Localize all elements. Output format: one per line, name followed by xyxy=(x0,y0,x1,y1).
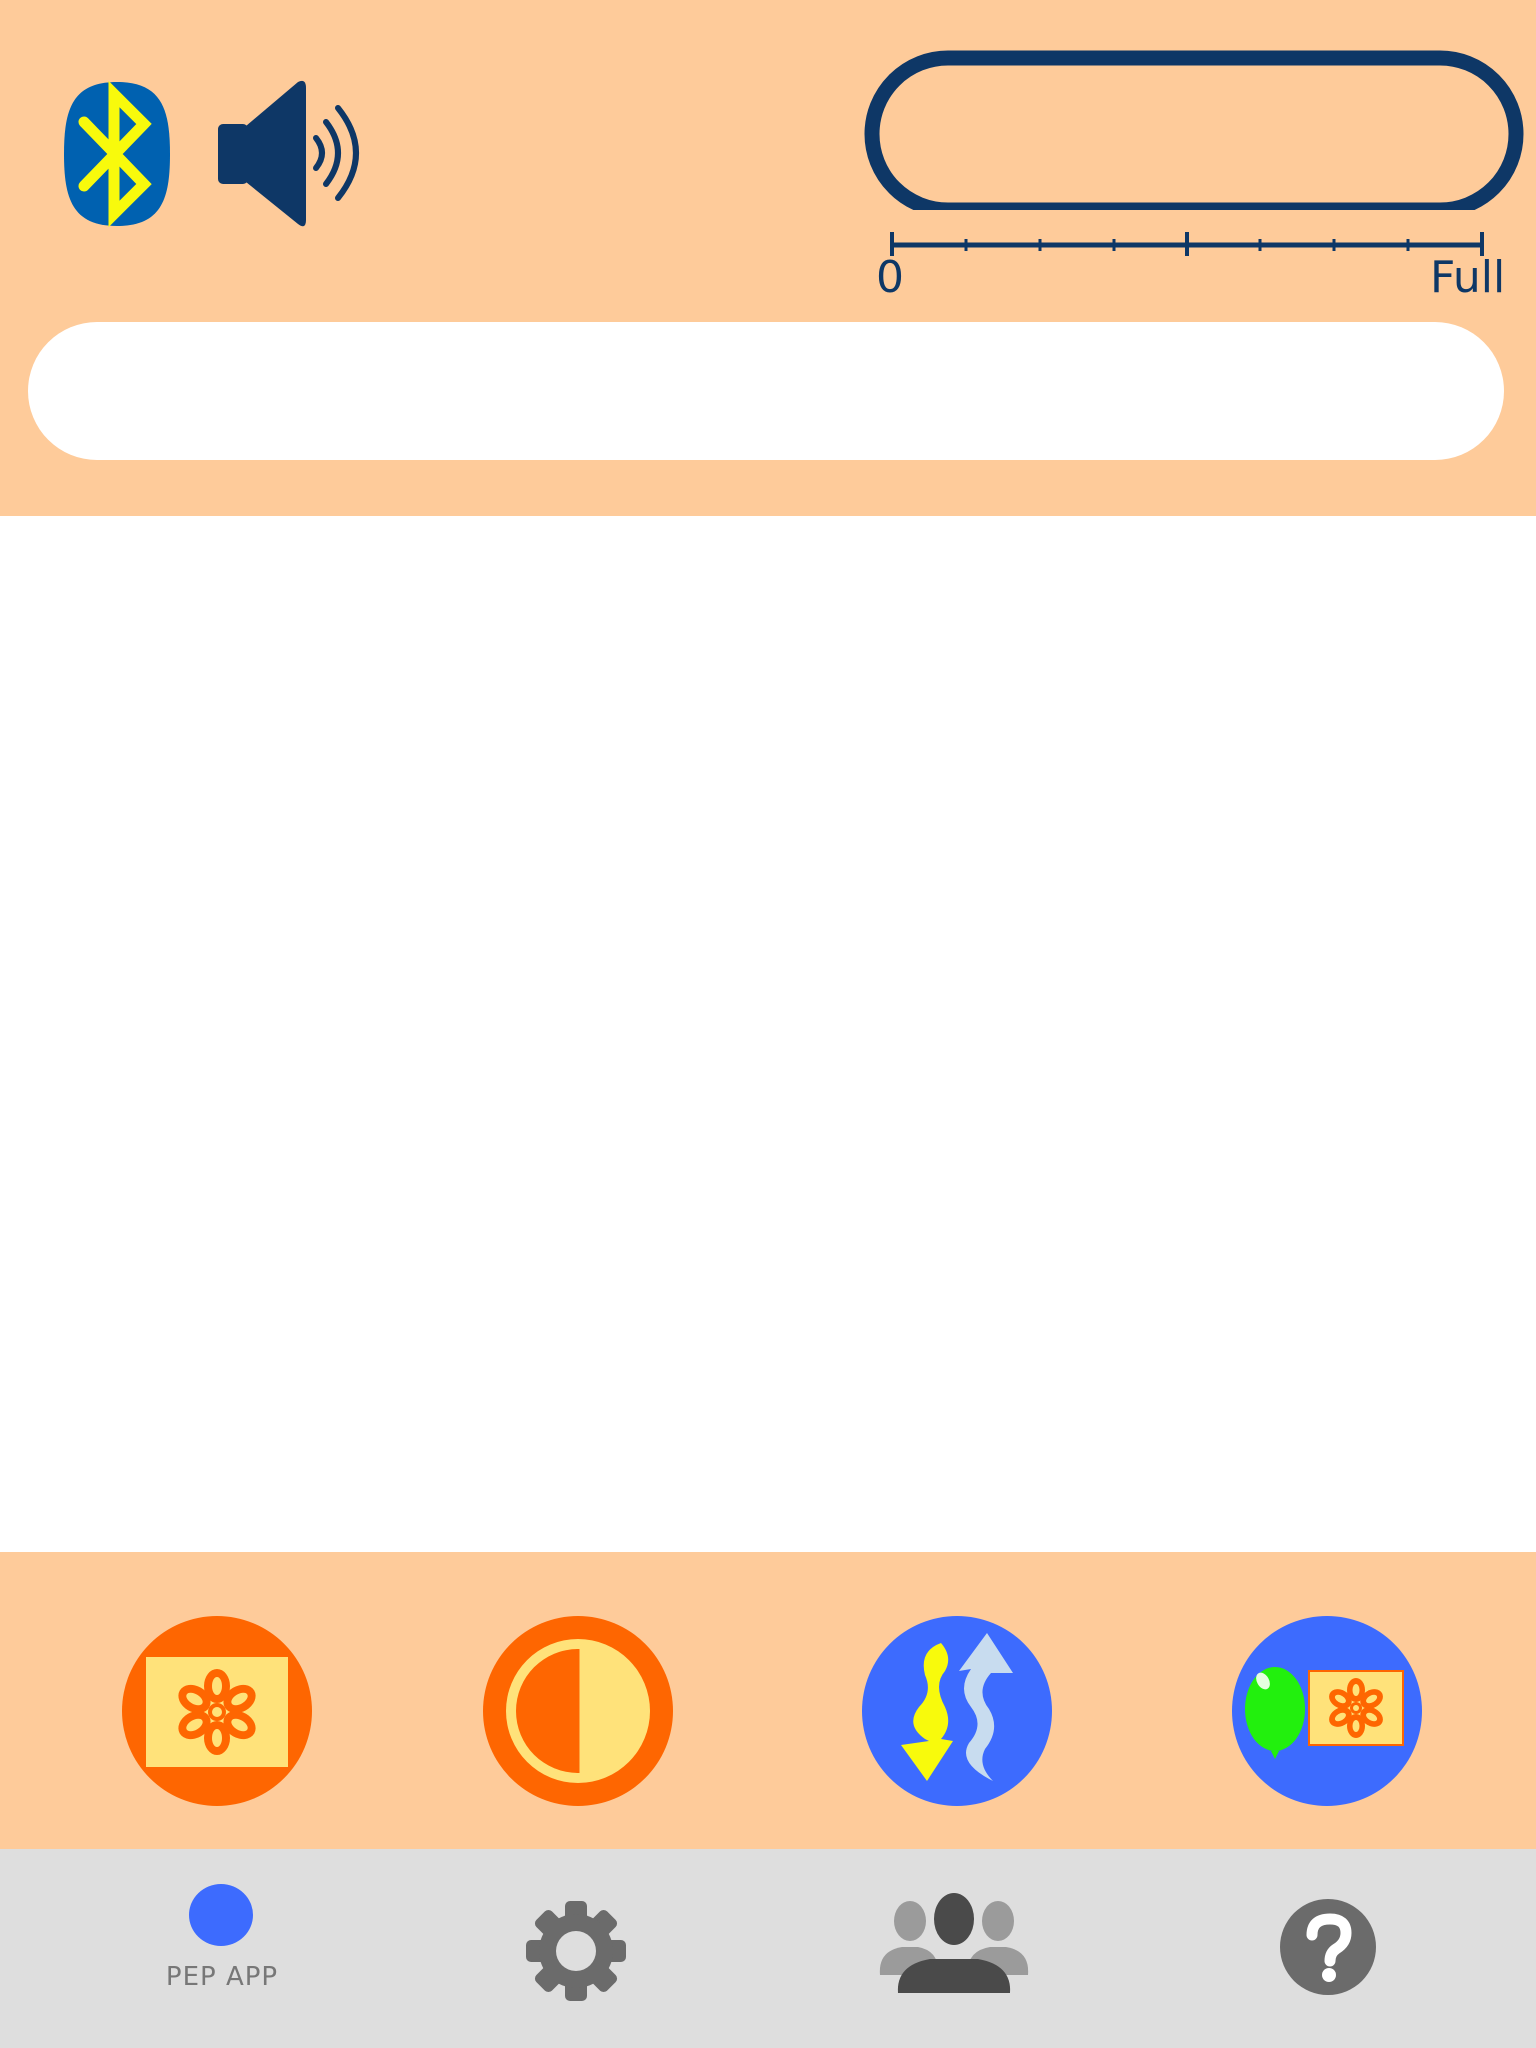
message-display xyxy=(28,322,1504,460)
flower-picture-icon xyxy=(122,1616,312,1806)
tab-pep-app[interactable]: PEP APP xyxy=(150,1869,294,2029)
dot-icon xyxy=(189,1884,253,1946)
tab-help[interactable] xyxy=(1278,1897,1378,1997)
inhale-exhale-arrows-icon xyxy=(862,1616,1052,1806)
level-scale xyxy=(886,230,1486,260)
balloon-flower-button[interactable] xyxy=(1231,1615,1423,1807)
bluetooth-icon[interactable] xyxy=(62,80,172,228)
scale-min-label: 0 xyxy=(876,252,904,303)
action-bar xyxy=(0,1552,1536,1849)
speaker-volume-icon[interactable] xyxy=(214,78,370,230)
gear-icon xyxy=(526,1901,626,2001)
help-icon xyxy=(1280,1899,1376,1995)
main-content-area xyxy=(0,516,1536,1552)
contrast-button[interactable] xyxy=(482,1615,674,1807)
scale-max-label: Full xyxy=(1430,252,1506,303)
inhale-exhale-button[interactable] xyxy=(861,1615,1053,1807)
balloon-flower-icon xyxy=(1232,1616,1422,1806)
tab-bar: PEP APP xyxy=(0,1849,1536,2048)
tab-settings[interactable] xyxy=(524,1899,628,2003)
users-icon xyxy=(879,1893,1029,1993)
tab-pep-app-label: PEP APP xyxy=(165,1962,279,1992)
tab-users[interactable] xyxy=(874,1893,1034,1995)
contrast-icon xyxy=(483,1616,673,1806)
level-meter xyxy=(864,50,1524,210)
flower-picture-button[interactable] xyxy=(121,1615,313,1807)
header: 0 Full xyxy=(0,0,1536,516)
